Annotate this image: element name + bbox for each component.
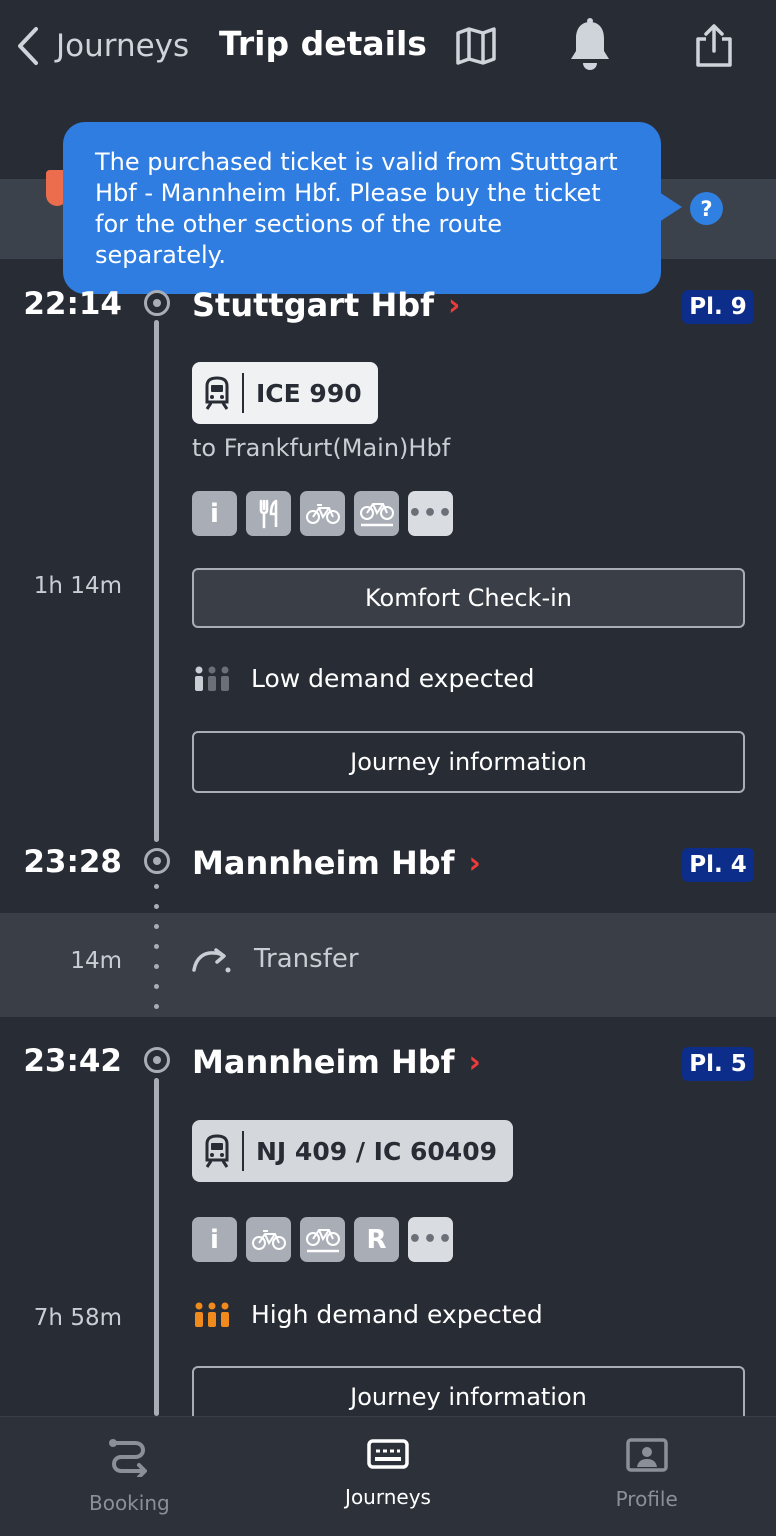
back-label: Journeys <box>56 28 190 64</box>
arrival-time: 23:28 <box>23 844 122 880</box>
bicycle-reservation-icon[interactable] <box>300 1217 345 1262</box>
komfort-checkin-button[interactable]: Komfort Check-in <box>192 568 745 628</box>
transfer-row: Transfer <box>190 944 359 974</box>
share-icon <box>696 24 732 67</box>
stop-node <box>144 1047 170 1073</box>
journey-information-button[interactable]: Journey information <box>192 731 745 793</box>
more-icon[interactable]: ••• <box>408 1217 453 1262</box>
demand-text: Low demand expected <box>251 664 535 693</box>
train-icon <box>205 1134 229 1168</box>
transfer-duration: 14m <box>70 948 122 974</box>
station-link[interactable]: Stuttgart Hbf › <box>192 286 460 324</box>
map-icon <box>456 27 496 65</box>
departure-time: 23:42 <box>23 1043 122 1079</box>
profile-icon <box>625 1438 668 1472</box>
platform-badge: Pl. 5 <box>682 1047 754 1081</box>
chevron-right-icon: › <box>468 1044 481 1080</box>
page-title: Trip details <box>219 24 427 63</box>
transfer-label: Transfer <box>254 944 359 974</box>
amenities-row: i ••• <box>192 491 453 536</box>
high-demand-icon <box>195 1302 229 1327</box>
transfer-icon <box>192 948 231 973</box>
reservation-icon[interactable]: R <box>354 1217 399 1262</box>
nav-profile[interactable]: Profile <box>517 1417 776 1536</box>
train-number: NJ 409 / IC 60409 <box>256 1136 497 1166</box>
header-bar: Journeys Trip details <box>0 0 776 95</box>
back-button[interactable]: Journeys <box>14 22 189 70</box>
nav-label: Journeys <box>345 1485 431 1509</box>
info-icon[interactable]: i <box>192 1217 237 1262</box>
nav-label: Booking <box>88 1491 170 1515</box>
train-chip[interactable]: NJ 409 / IC 60409 <box>192 1120 513 1182</box>
bicycle-icon[interactable] <box>300 491 345 536</box>
station-link[interactable]: Mannheim Hbf › <box>192 844 481 882</box>
tooltip-arrow <box>656 190 682 224</box>
ticket-validity-tooltip[interactable]: The purchased ticket is valid from Stutt… <box>63 122 661 294</box>
leg-duration: 1h 14m <box>33 573 122 599</box>
leg-duration: 7h 58m <box>33 1305 122 1331</box>
divider <box>242 373 244 413</box>
platform-badge: Pl. 4 <box>682 848 754 882</box>
train-destination: to Frankfurt(Main)Hbf <box>192 434 451 462</box>
restaurant-icon[interactable] <box>246 491 291 536</box>
timeline-line <box>154 1078 159 1416</box>
help-icon[interactable]: ? <box>690 192 723 225</box>
train-icon <box>205 376 229 410</box>
nav-label: Profile <box>615 1487 678 1511</box>
station-link[interactable]: Mannheim Hbf › <box>192 1043 481 1081</box>
demand-indicator: High demand expected <box>192 1300 543 1329</box>
demand-indicator: Low demand expected <box>192 664 535 693</box>
train-chip[interactable]: ICE 990 <box>192 362 378 424</box>
map-button[interactable] <box>450 18 502 74</box>
amenities-row: i R ••• <box>192 1217 453 1262</box>
share-button[interactable] <box>688 18 740 74</box>
platform-badge: Pl. 9 <box>682 290 754 324</box>
station-name: Mannheim Hbf <box>192 844 455 882</box>
chevron-right-icon: › <box>468 845 481 881</box>
info-icon[interactable]: i <box>192 491 237 536</box>
stop-node <box>144 290 170 316</box>
chevron-right-icon: › <box>448 287 461 323</box>
nav-journeys[interactable]: Journeys <box>259 1417 518 1536</box>
station-name: Stuttgart Hbf <box>192 286 435 324</box>
route-icon <box>109 1439 148 1477</box>
bicycle-reservation-icon[interactable] <box>354 491 399 536</box>
divider <box>242 1131 244 1171</box>
timeline-line <box>154 320 159 842</box>
departure-time: 22:14 <box>23 286 122 322</box>
low-demand-icon <box>195 666 229 691</box>
nav-booking[interactable]: Booking <box>0 1417 259 1536</box>
train-number: ICE 990 <box>256 378 362 408</box>
demand-text: High demand expected <box>251 1300 543 1329</box>
station-name: Mannheim Hbf <box>192 1043 455 1081</box>
ticket-icon <box>367 1439 409 1469</box>
bicycle-icon[interactable] <box>246 1217 291 1262</box>
stop-node <box>144 848 170 874</box>
transfer-dotted-line <box>154 884 159 1024</box>
bottom-navigation: Booking Journeys Profile <box>0 1416 776 1536</box>
tooltip-text: The purchased ticket is valid from Stutt… <box>95 148 618 269</box>
chevron-left-icon <box>18 27 38 65</box>
bell-icon <box>571 18 609 70</box>
more-icon[interactable]: ••• <box>408 491 453 536</box>
notification-button[interactable] <box>564 18 616 74</box>
